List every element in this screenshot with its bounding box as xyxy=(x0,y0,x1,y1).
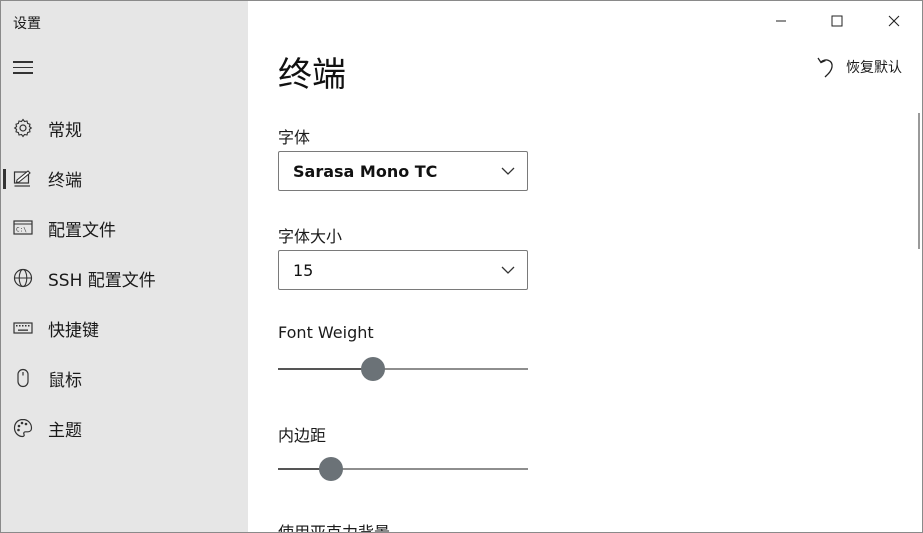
acrylic-background-label: 使用亚克力背景 xyxy=(278,523,391,533)
terminal-edit-icon xyxy=(13,170,31,187)
reset-defaults-label: 恢复默认 xyxy=(846,60,902,76)
globe-icon xyxy=(13,268,33,288)
chevron-down-icon xyxy=(501,167,515,175)
sidebar-item-label: 常规 xyxy=(48,121,82,141)
font-dropdown-value: Sarasa Mono TC xyxy=(293,162,438,181)
padding-label: 内边距 xyxy=(278,426,327,445)
gear-icon xyxy=(13,118,33,138)
padding-slider[interactable] xyxy=(278,456,528,482)
font-weight-label: Font Weight xyxy=(278,323,374,342)
profile-icon: C:\ xyxy=(13,220,33,235)
sidebar-item-mouse[interactable]: 鼠标 xyxy=(1,353,248,403)
sidebar-item-label: 配置文件 xyxy=(48,221,116,241)
slider-thumb[interactable] xyxy=(361,357,385,381)
scrollbar[interactable] xyxy=(918,113,920,249)
font-size-dropdown-value: 15 xyxy=(293,261,314,280)
palette-icon xyxy=(13,418,33,438)
slider-thumb[interactable] xyxy=(318,457,343,481)
slider-fill xyxy=(278,368,373,370)
undo-icon xyxy=(817,57,833,78)
sidebar-item-label: 终端 xyxy=(48,171,82,191)
sidebar-item-label: 鼠标 xyxy=(48,371,82,391)
sidebar-item-profiles[interactable]: C:\ 配置文件 xyxy=(1,203,248,253)
minimize-button[interactable] xyxy=(758,6,804,36)
settings-window: 设置 常规 终端 C:\ 配置文件 SSH 配置文件 快捷键 鼠标 主题 终端 … xyxy=(0,0,923,533)
sidebar-item-terminal[interactable]: 终端 xyxy=(1,153,248,203)
sidebar-item-shortcuts[interactable]: 快捷键 xyxy=(1,303,248,353)
font-weight-slider[interactable] xyxy=(278,356,528,382)
maximize-icon xyxy=(831,15,843,27)
main-content: 终端 恢复默认 字体 Sarasa Mono TC 字体大小 15 Font W… xyxy=(248,1,922,533)
font-label: 字体 xyxy=(278,128,311,147)
sidebar: 设置 常规 终端 C:\ 配置文件 SSH 配置文件 快捷键 鼠标 主题 xyxy=(1,1,248,532)
hamburger-icon[interactable] xyxy=(13,61,33,75)
sidebar-item-label: SSH 配置文件 xyxy=(48,271,156,291)
sidebar-item-label: 主题 xyxy=(48,421,82,441)
app-title: 设置 xyxy=(13,16,41,32)
close-icon xyxy=(888,15,900,27)
sidebar-item-ssh-profiles[interactable]: SSH 配置文件 xyxy=(1,253,248,303)
page-title: 终端 xyxy=(278,55,346,95)
font-dropdown[interactable]: Sarasa Mono TC xyxy=(278,151,528,191)
close-button[interactable] xyxy=(871,6,917,36)
svg-text:C:\: C:\ xyxy=(16,227,27,234)
font-size-label: 字体大小 xyxy=(278,227,343,246)
reset-defaults-button[interactable]: 恢复默认 xyxy=(816,53,902,81)
maximize-button[interactable] xyxy=(814,6,860,36)
mouse-icon xyxy=(17,368,29,388)
font-size-dropdown[interactable]: 15 xyxy=(278,250,528,290)
sidebar-item-theme[interactable]: 主题 xyxy=(1,403,248,453)
sidebar-item-general[interactable]: 常规 xyxy=(1,103,248,153)
sidebar-item-label: 快捷键 xyxy=(48,321,99,341)
minimize-icon xyxy=(776,20,786,22)
keyboard-icon xyxy=(13,322,33,334)
selection-indicator xyxy=(3,169,6,189)
chevron-down-icon xyxy=(501,266,515,274)
